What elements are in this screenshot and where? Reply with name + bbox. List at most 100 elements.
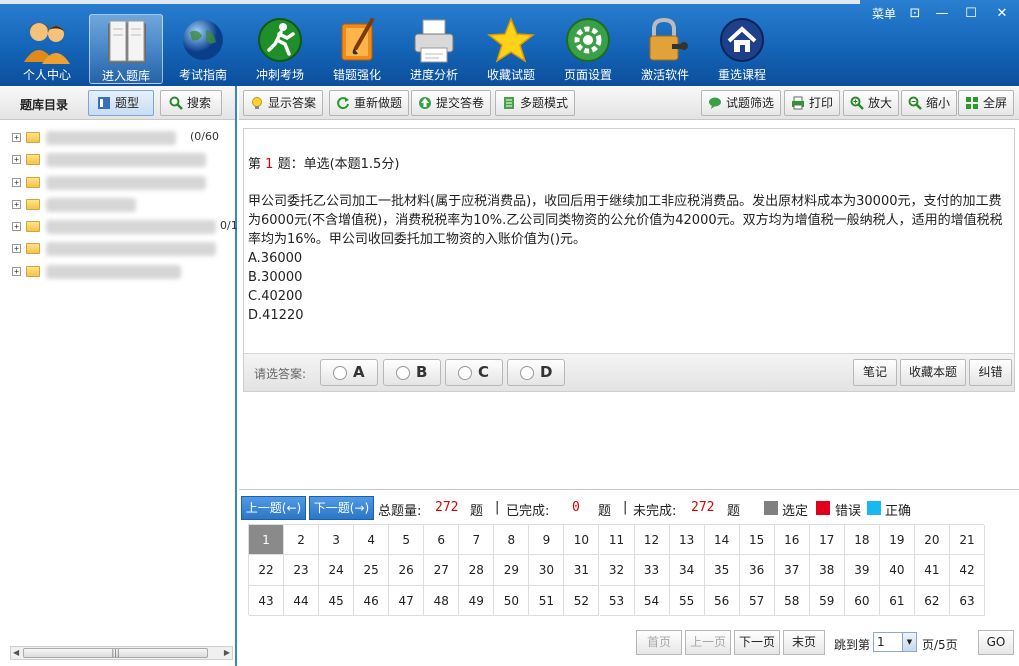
question-number-cell[interactable]: 3 bbox=[319, 525, 355, 556]
answer-a-button[interactable]: A bbox=[320, 359, 378, 386]
tree-node[interactable]: + (0/60 bbox=[10, 128, 235, 150]
next-page-button[interactable]: 下一页 bbox=[734, 630, 780, 655]
question-number-cell[interactable]: 14 bbox=[704, 525, 740, 556]
filter-button[interactable]: 试题筛选 bbox=[701, 90, 782, 116]
question-number-cell[interactable]: 24 bbox=[319, 555, 355, 586]
question-number-cell[interactable]: 49 bbox=[459, 585, 495, 616]
question-number-cell[interactable]: 18 bbox=[844, 525, 880, 556]
question-number-cell[interactable]: 22 bbox=[249, 555, 284, 586]
toolbar-favorite-questions[interactable]: 收藏试题 bbox=[474, 14, 548, 84]
page-select[interactable]: 1 ▼ bbox=[873, 632, 917, 652]
toolbar-progress-analysis[interactable]: 进度分析 bbox=[397, 14, 471, 84]
question-number-cell[interactable]: 32 bbox=[599, 555, 635, 586]
go-button[interactable]: GO bbox=[978, 630, 1014, 655]
question-number-cell[interactable]: 43 bbox=[249, 585, 284, 616]
fullscreen-button[interactable]: 全屏 bbox=[958, 90, 1015, 116]
question-number-cell[interactable]: 15 bbox=[739, 525, 775, 556]
scroll-left-icon[interactable]: ◀ bbox=[13, 647, 19, 659]
question-number-cell[interactable]: 33 bbox=[634, 555, 670, 586]
note-button[interactable]: 笔记 bbox=[853, 359, 897, 386]
question-number-cell[interactable]: 60 bbox=[844, 585, 880, 616]
question-number-cell[interactable]: 20 bbox=[914, 525, 950, 556]
question-number-cell[interactable]: 52 bbox=[564, 585, 600, 616]
question-number-cell[interactable]: 38 bbox=[809, 555, 845, 586]
answer-c-button[interactable]: C bbox=[445, 359, 503, 386]
question-number-cell[interactable]: 30 bbox=[529, 555, 565, 586]
horizontal-scrollbar[interactable]: ◀ ||| ▶ bbox=[10, 646, 233, 660]
zoom-in-button[interactable]: 放大 bbox=[843, 90, 900, 116]
question-number-cell[interactable]: 47 bbox=[389, 585, 425, 616]
prev-page-button[interactable]: 上一页 bbox=[685, 630, 731, 655]
question-number-cell[interactable]: 57 bbox=[739, 585, 775, 616]
question-number-cell[interactable]: 61 bbox=[879, 585, 915, 616]
question-number-cell[interactable]: 27 bbox=[424, 555, 460, 586]
expand-icon[interactable]: + bbox=[12, 199, 21, 209]
search-button[interactable]: 搜索 bbox=[160, 90, 222, 116]
question-number-cell[interactable]: 44 bbox=[284, 585, 320, 616]
toolbar-personal-center[interactable]: 个人中心 bbox=[10, 14, 84, 84]
favorite-button[interactable]: 收藏本题 bbox=[900, 359, 966, 386]
question-number-cell[interactable]: 46 bbox=[354, 585, 390, 616]
question-number-cell[interactable]: 19 bbox=[879, 525, 915, 556]
question-number-cell[interactable]: 29 bbox=[494, 555, 530, 586]
question-number-cell[interactable]: 16 bbox=[774, 525, 810, 556]
question-number-cell[interactable]: 23 bbox=[284, 555, 320, 586]
expand-icon[interactable]: + bbox=[12, 266, 21, 276]
question-number-cell[interactable]: 12 bbox=[634, 525, 670, 556]
report-error-button[interactable]: 纠错 bbox=[969, 359, 1012, 386]
tree-node[interactable]: + bbox=[10, 262, 235, 284]
tree-node[interactable]: + 0/1 bbox=[10, 217, 238, 239]
expand-icon[interactable]: + bbox=[12, 133, 21, 142]
question-number-cell[interactable]: 6 bbox=[424, 525, 460, 556]
scroll-right-icon[interactable]: ▶ bbox=[224, 647, 230, 659]
prev-question-button[interactable]: 上一题(←) bbox=[241, 496, 306, 520]
restore-icon[interactable]: ⊡ bbox=[904, 5, 926, 23]
question-number-cell[interactable]: 2 bbox=[284, 525, 320, 556]
answer-d-button[interactable]: D bbox=[507, 359, 565, 386]
question-number-cell[interactable]: 35 bbox=[704, 555, 740, 586]
question-number-cell[interactable]: 21 bbox=[950, 525, 985, 556]
zoom-out-button[interactable]: 缩小 bbox=[901, 90, 958, 116]
show-answer-button[interactable]: 显示答案 bbox=[243, 90, 324, 116]
question-number-cell[interactable]: 11 bbox=[599, 525, 635, 556]
question-number-cell[interactable]: 63 bbox=[950, 585, 985, 616]
question-number-cell[interactable]: 50 bbox=[494, 585, 530, 616]
submit-button[interactable]: 提交答卷 bbox=[411, 90, 492, 116]
question-number-cell[interactable]: 25 bbox=[354, 555, 390, 586]
question-number-cell[interactable]: 48 bbox=[424, 585, 460, 616]
toolbar-reselect-course[interactable]: 重选课程 bbox=[705, 14, 779, 84]
type-button[interactable]: 题型 bbox=[88, 90, 154, 116]
tree-node[interactable]: + bbox=[10, 195, 235, 217]
question-number-cell[interactable]: 28 bbox=[459, 555, 495, 586]
question-number-cell[interactable]: 40 bbox=[879, 555, 915, 586]
question-number-cell[interactable]: 41 bbox=[914, 555, 950, 586]
toolbar-page-settings[interactable]: 页面设置 bbox=[551, 14, 625, 84]
question-number-cell[interactable]: 4 bbox=[354, 525, 390, 556]
multi-mode-button[interactable]: 多题模式 bbox=[495, 90, 576, 116]
toolbar-sprint-exam[interactable]: 冲刺考场 bbox=[243, 14, 317, 84]
question-number-cell[interactable]: 53 bbox=[599, 585, 635, 616]
first-page-button[interactable]: 首页 bbox=[636, 630, 682, 655]
question-number-cell[interactable]: 1 bbox=[249, 525, 284, 556]
question-number-cell[interactable]: 26 bbox=[389, 555, 425, 586]
expand-icon[interactable]: + bbox=[12, 177, 21, 187]
question-number-cell[interactable]: 36 bbox=[739, 555, 775, 586]
question-number-cell[interactable]: 5 bbox=[389, 525, 425, 556]
toolbar-activate-software[interactable]: 激活软件 bbox=[628, 14, 702, 84]
expand-icon[interactable]: + bbox=[12, 244, 21, 254]
question-number-cell[interactable]: 42 bbox=[950, 555, 985, 586]
answer-b-button[interactable]: B bbox=[383, 359, 441, 386]
toolbar-enter-question-bank[interactable]: 进入题库 bbox=[89, 14, 163, 84]
expand-icon[interactable]: + bbox=[12, 155, 21, 165]
question-number-cell[interactable]: 9 bbox=[529, 525, 565, 556]
expand-icon[interactable]: + bbox=[12, 222, 21, 232]
question-number-cell[interactable]: 59 bbox=[809, 585, 845, 616]
question-number-cell[interactable]: 51 bbox=[529, 585, 565, 616]
question-number-cell[interactable]: 13 bbox=[669, 525, 705, 556]
menu-button[interactable]: 菜单 bbox=[872, 5, 896, 22]
tree-node[interactable]: + bbox=[10, 150, 235, 172]
close-icon[interactable]: ✕ bbox=[991, 5, 1013, 23]
question-number-cell[interactable]: 10 bbox=[564, 525, 600, 556]
print-button[interactable]: 打印 bbox=[784, 90, 841, 116]
toolbar-exam-guide[interactable]: 考试指南 bbox=[166, 14, 240, 84]
